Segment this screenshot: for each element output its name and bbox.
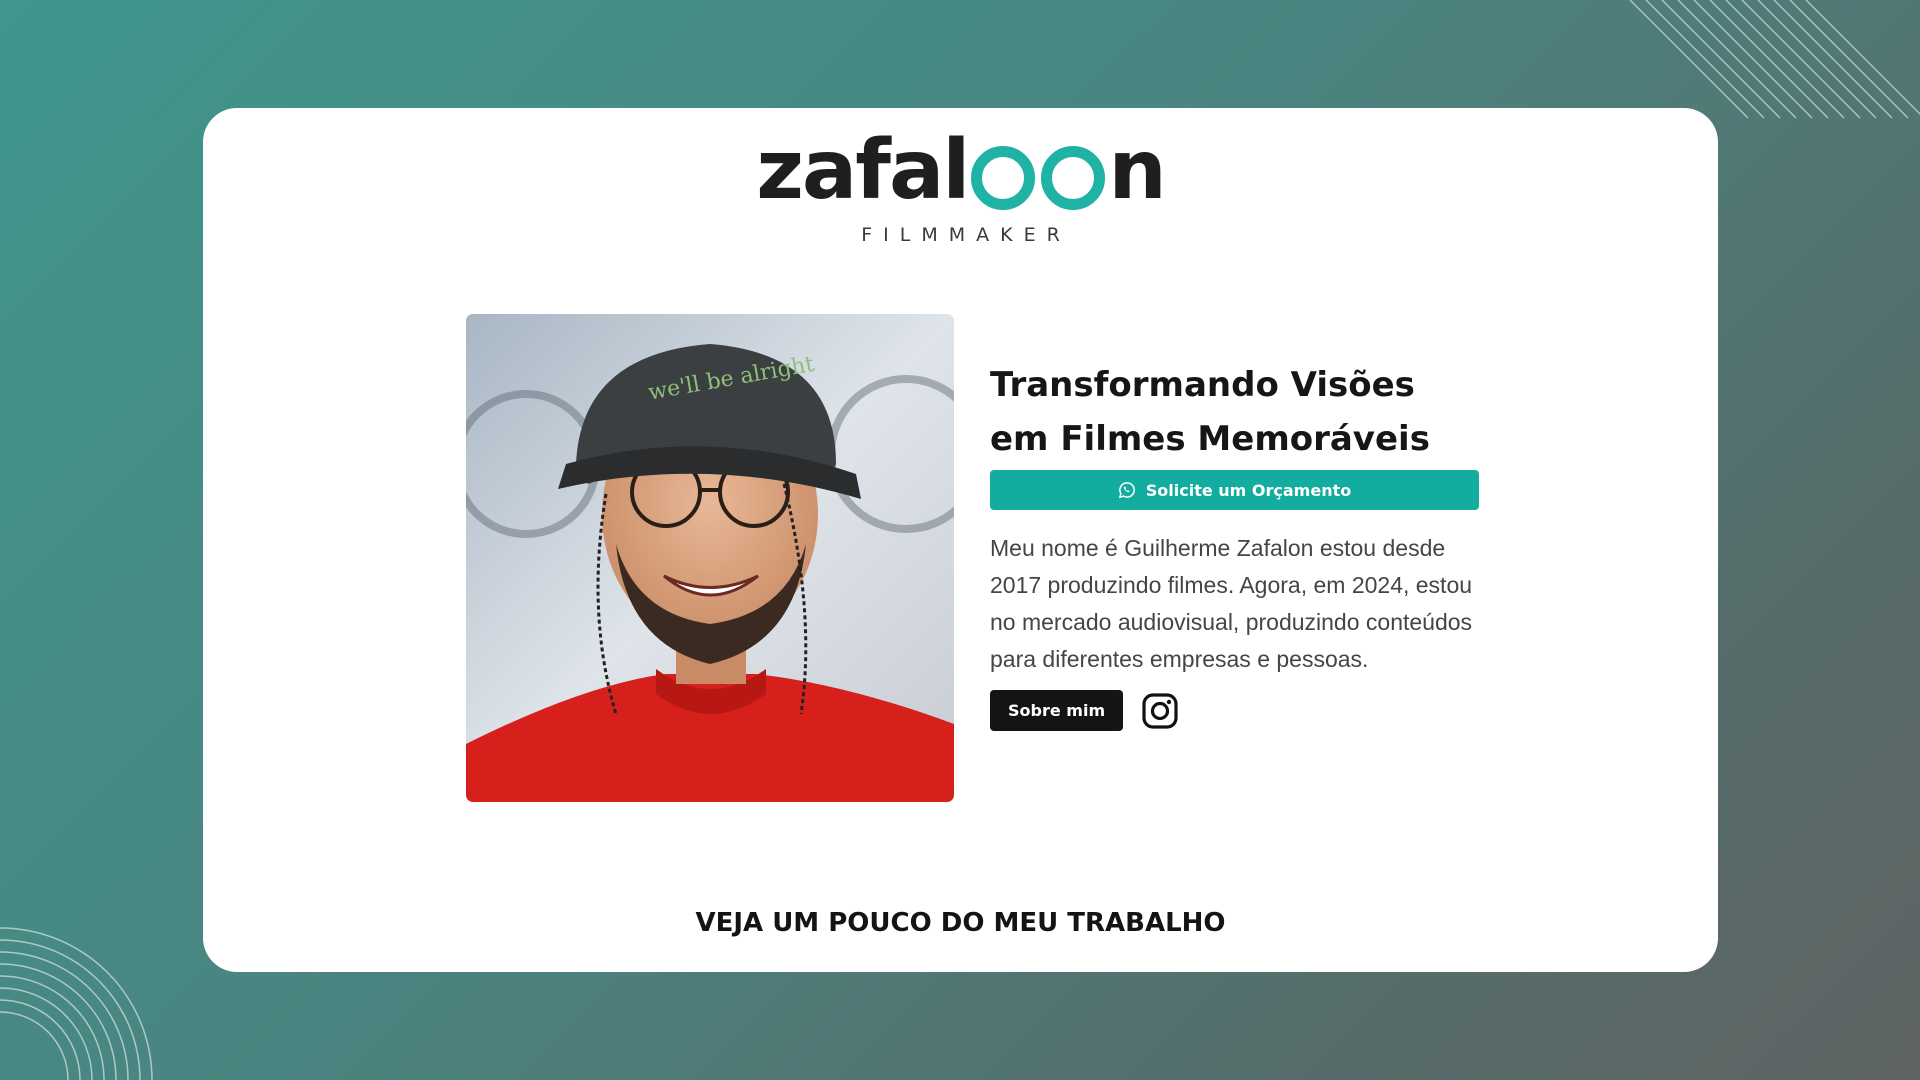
brand-logo[interactable]: zafal n FILMMAKER — [203, 123, 1718, 247]
request-quote-button[interactable]: Solicite um Orçamento — [990, 470, 1479, 510]
about-me-button[interactable]: Sobre mim — [990, 690, 1124, 731]
logo-o-ring — [971, 146, 1036, 210]
profile-photo: we'll be alright — [466, 314, 954, 802]
instagram-icon[interactable] — [1141, 692, 1179, 730]
logo-tagline: FILMMAKER — [861, 224, 1071, 246]
hero-content: Transformando Visões em Filmes Memorávei… — [990, 358, 1482, 731]
work-section-title: VEJA UM POUCO DO MEU TRABALHO — [695, 908, 1226, 938]
logo-wordmark: zafal n — [756, 123, 1167, 218]
logo-o-ring — [1041, 146, 1106, 210]
logo-text-prefix: zafal — [756, 123, 970, 218]
whatsapp-icon — [1118, 482, 1135, 499]
main-card: zafal n FILMMAKER we'll be alright Trans… — [203, 108, 1718, 972]
logo-text-suffix: n — [1108, 123, 1166, 218]
hero-actions: Sobre mim — [990, 690, 1482, 731]
decorative-lines-top-right — [1630, 0, 1920, 118]
decorative-arcs-bottom-left — [0, 927, 153, 1080]
bio-text: Meu nome é Guilherme Zafalon estou desde… — [990, 535, 1473, 672]
request-quote-label: Solicite um Orçamento — [1145, 480, 1352, 500]
hero-headline: Transformando Visões em Filmes Memorávei… — [990, 365, 1430, 459]
